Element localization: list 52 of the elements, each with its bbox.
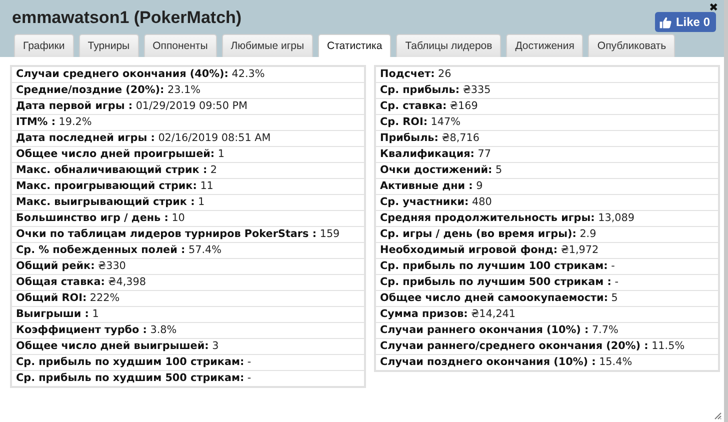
window-title: emmawatson1 (PokerMatch) [12,8,242,28]
stat-row: Подсчет: 26 [376,67,718,83]
stat-row: Ср. прибыль: ₴335 [376,83,718,99]
stat-row: Ср. ROI: 147% [376,115,718,131]
stat-row: Макс. выигрывающий стрик : 1 [12,195,364,211]
stat-row: Средняя продолжительность игры: 13,089 [376,211,718,227]
stat-row: Необходимый игровой фонд: ₴1,972 [376,243,718,259]
stat-row: Общее число дней проигрышей: 1 [12,147,364,163]
tab[interactable]: Графики [14,34,74,57]
tab[interactable]: Опубликовать [588,34,676,57]
stat-row: Ср. прибыль по лучшим 500 стрикам : - [376,275,718,291]
stat-row: Общее число дней самоокупаемости: 5 [376,291,718,307]
stat-row: Очки по таблицам лидеров турниров PokerStars : 159 [12,227,364,243]
stat-row: Большинство игр / день : 10 [12,211,364,227]
close-button[interactable]: ✖ [709,2,718,14]
stat-row: Очки достижений: 5 [376,163,718,179]
tab[interactable]: Любимые игры [222,34,314,57]
stat-row: Коэффициент турбо : 3.8% [12,323,364,339]
stat-row: Макс. обналичивающий стрик : 2 [12,163,364,179]
stat-row: Общий рейк: ₴330 [12,259,364,275]
stat-row: Ср. игры / день (во время игры): 2.9 [376,227,718,243]
stat-row: Случаи раннего/среднего окончания (20%) : 11.5% [376,339,718,355]
stat-row: Квалификация: 77 [376,147,718,163]
tab[interactable]: Оппоненты [144,34,217,57]
stat-row: Сумма призов: ₴14,241 [376,307,718,323]
stat-row: Ср. участники: 480 [376,195,718,211]
stat-row-text: Ср. прибыль по худшим 500 стрикам: - [15,371,252,386]
stat-row: Выигрыши : 1 [12,307,364,323]
resize-grip-icon[interactable] [714,412,722,420]
stat-row: Общая ставка: ₴4,398 [12,275,364,291]
stat-row: Дата первой игры : 01/29/2019 09:50 PM [12,99,364,115]
stat-row: Случаи раннего окончания (10%) : 7.7% [376,323,718,339]
tab[interactable]: Статистика [318,34,392,57]
stat-row: Общий ROI: 222% [12,291,364,307]
stat-row: Ср. прибыль по худшим 100 стрикам: - [12,355,364,371]
stat-row: Дата последней игры : 02/16/2019 08:51 AM [12,131,364,147]
stat-row: ITM% : 19.2% [12,115,364,131]
stat-row: Ср. ставка: ₴169 [376,99,718,115]
stat-row: Макс. проигрывающий стрик: 11 [12,179,364,195]
stat-row: Активные дни : 9 [376,179,718,195]
stat-row: Общее число дней выигрышей: 3 [12,339,364,355]
thumbs-up-icon [658,16,672,28]
stat-row-text: Случаи позднего окончания (10%) : 15.4% [379,355,634,370]
stat-row: Случаи среднего окончания (40%): 42.3% [12,67,364,83]
tab[interactable]: Турниры [78,34,139,57]
tab[interactable]: Достижения [506,34,584,57]
stat-row: Ср. прибыль по лучшим 100 стрикам: - [376,259,718,275]
tab[interactable]: Таблицы лидеров [396,34,502,57]
like-button[interactable]: Like 0 [654,12,716,32]
stat-row: Прибыль: ₴8,716 [376,131,718,147]
stat-row: Ср. % побежденных полей : 57.4% [12,243,364,259]
stat-row: Средние/поздние (20%): 23.1% [12,83,364,99]
